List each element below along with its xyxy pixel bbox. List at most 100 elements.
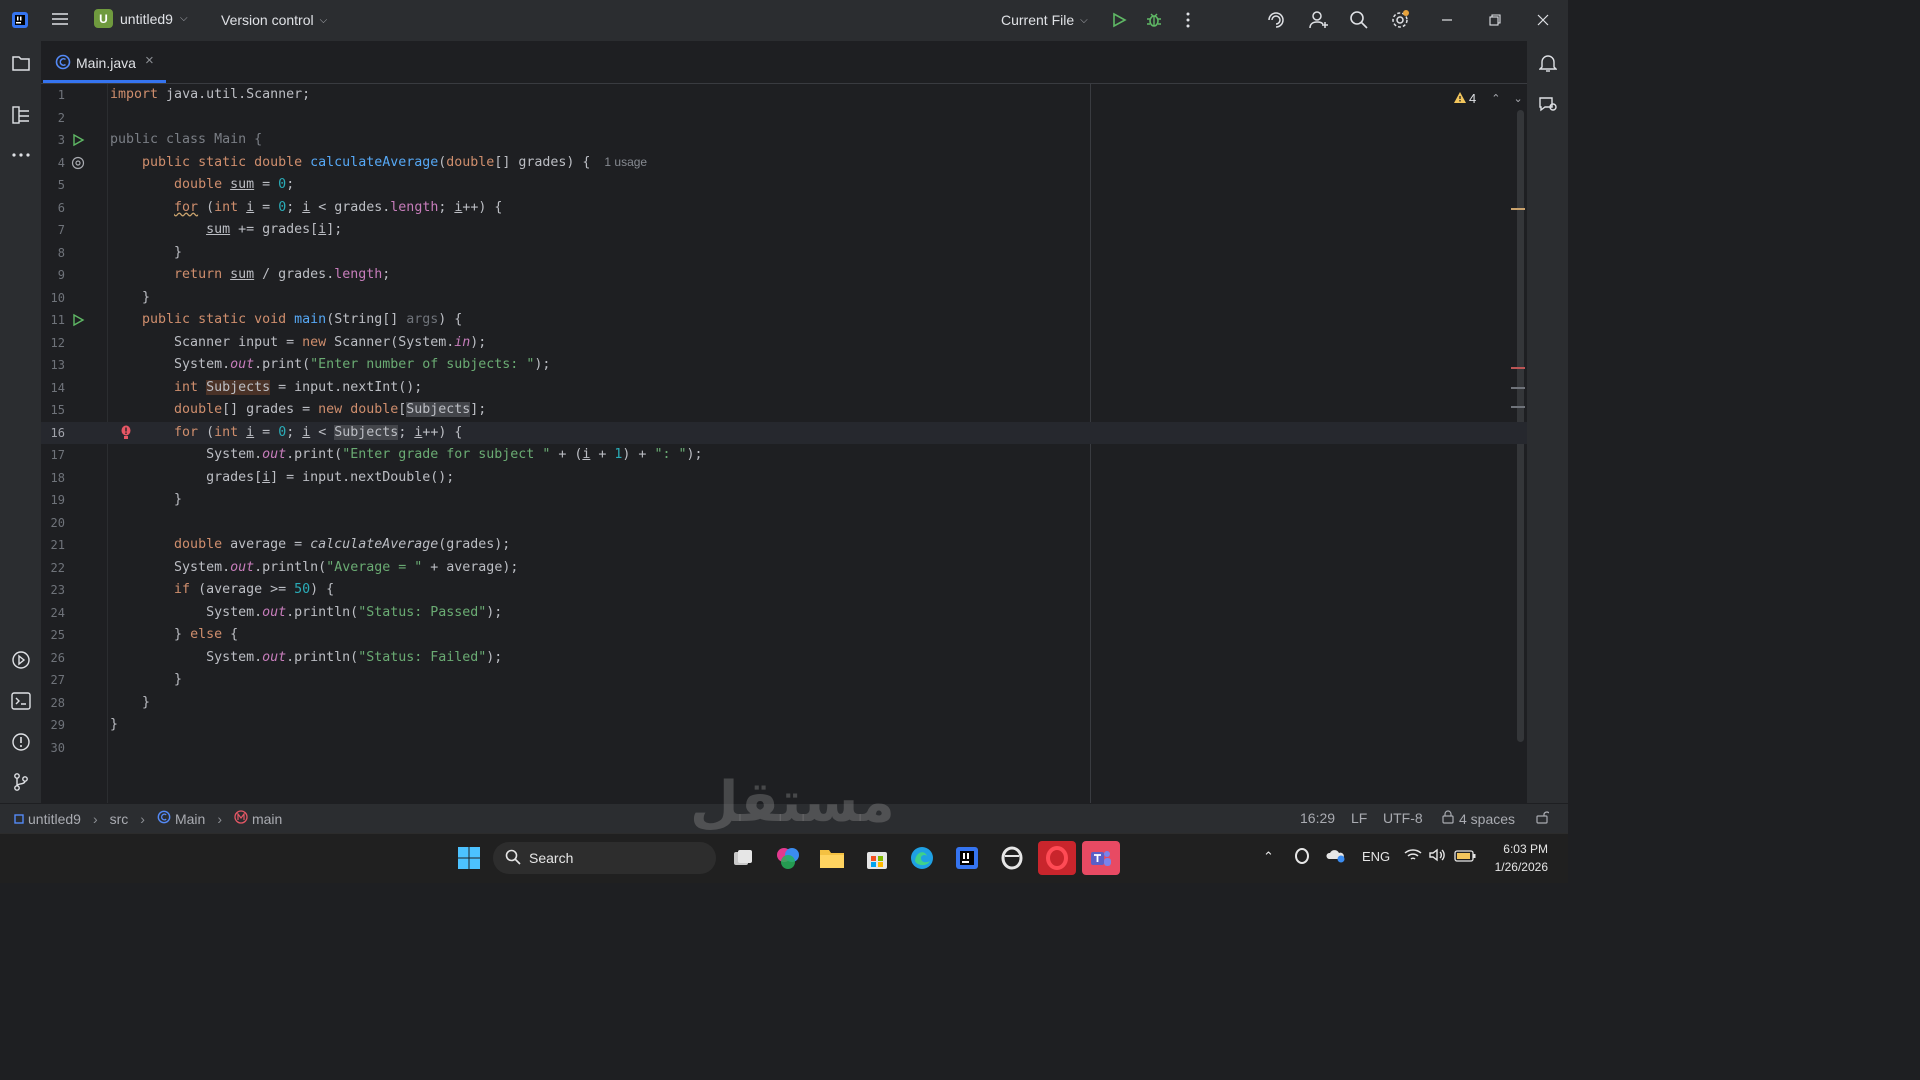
clock-date: 1/26/2026: [1494, 860, 1548, 874]
problems-icon[interactable]: [10, 731, 32, 753]
system-clock[interactable]: 6:03 PM 1/26/2026: [1488, 840, 1548, 876]
intellij-taskbar-icon[interactable]: [950, 841, 984, 875]
project-folder-icon[interactable]: [10, 53, 32, 73]
code-line[interactable]: 17 System.out.print("Enter grade for sub…: [41, 444, 1527, 467]
line-separator[interactable]: LF: [1351, 810, 1367, 826]
module-icon: [14, 811, 24, 827]
implementation-gutter-icon[interactable]: [71, 156, 85, 170]
usage-hint[interactable]: 1 usage: [604, 155, 647, 169]
code-line[interactable]: 4 public static double calculateAverage(…: [41, 152, 1527, 175]
run-gutter-icon[interactable]: [71, 313, 85, 327]
code-line[interactable]: 20: [41, 512, 1527, 535]
settings-gear-icon[interactable]: [1389, 8, 1411, 30]
code-line-current[interactable]: 16 for (int i = 0; i < Subjects; i++) {: [41, 421, 1527, 444]
microsoft-store-icon[interactable]: [860, 841, 894, 875]
breadcrumb-class[interactable]: Main: [175, 811, 205, 827]
code-editor[interactable]: 4 ⌃ ⌄ 1 import java.util.Scanner; 2 3 pu…: [41, 84, 1527, 803]
language-indicator[interactable]: ENG: [1362, 849, 1390, 864]
wifi-icon[interactable]: [1404, 848, 1422, 865]
code-text: }: [110, 244, 183, 260]
code-line[interactable]: 2: [41, 107, 1527, 130]
breadcrumb-src[interactable]: src: [110, 811, 129, 827]
project-name: untitled9: [120, 10, 173, 27]
file-encoding[interactable]: UTF-8: [1383, 810, 1423, 826]
git-branch-icon[interactable]: [10, 771, 32, 793]
ai-chat-icon[interactable]: [1537, 93, 1559, 115]
code-line[interactable]: 22 System.out.println("Average = " + ave…: [41, 557, 1527, 580]
code-line[interactable]: 6 for (int i = 0; i < grades.length; i++…: [41, 197, 1527, 220]
opera-browser-icon[interactable]: [1038, 841, 1076, 875]
ai-assistant-icon[interactable]: [1266, 10, 1286, 30]
edge-browser-icon[interactable]: [905, 841, 939, 875]
structure-icon[interactable]: [10, 104, 32, 126]
indent-setting[interactable]: 4 spaces: [1441, 810, 1515, 827]
code-line[interactable]: 13 System.out.print("Enter number of sub…: [41, 354, 1527, 377]
restore-icon[interactable]: [1485, 10, 1505, 30]
volume-icon[interactable]: [1428, 848, 1446, 865]
code-line[interactable]: 27 }: [41, 669, 1527, 692]
code-line[interactable]: 3 public class Main {: [41, 129, 1527, 152]
caret-position[interactable]: 16:29: [1300, 810, 1335, 826]
code-line[interactable]: 7 sum += grades[i];: [41, 219, 1527, 242]
show-hidden-icons-icon[interactable]: ⌃: [1263, 849, 1274, 865]
code-line[interactable]: 24 System.out.println("Status: Passed");: [41, 602, 1527, 625]
file-explorer-icon[interactable]: [815, 841, 849, 875]
code-line[interactable]: 19 }: [41, 489, 1527, 512]
run-gutter-icon[interactable]: [71, 133, 85, 147]
close-icon[interactable]: [1533, 10, 1553, 30]
read-only-toggle-icon[interactable]: [1535, 810, 1549, 824]
onedrive-icon[interactable]: [1326, 847, 1346, 866]
notifications-bell-icon[interactable]: [1537, 52, 1559, 74]
tab-close-icon[interactable]: ×: [145, 52, 154, 69]
code-line[interactable]: 10 }: [41, 287, 1527, 310]
teams-icon[interactable]: [1082, 841, 1120, 875]
microsoft-365-icon[interactable]: [771, 841, 805, 875]
line-number: 10: [50, 290, 65, 305]
task-view-icon[interactable]: [726, 841, 760, 875]
more-actions-icon[interactable]: [1178, 10, 1198, 30]
code-line[interactable]: 21 double average = calculateAverage(gra…: [41, 534, 1527, 557]
terminal-icon[interactable]: [10, 690, 32, 712]
code-line[interactable]: 5 double sum = 0;: [41, 174, 1527, 197]
version-control-menu[interactable]: Version control ⌵: [221, 12, 327, 28]
windows-start-icon[interactable]: [452, 841, 486, 875]
debug-icon[interactable]: [1144, 10, 1164, 30]
code-line[interactable]: 30: [41, 737, 1527, 760]
code-line[interactable]: 9 return sum / grades.length;: [41, 264, 1527, 287]
java-class-icon: [157, 810, 171, 827]
project-selector[interactable]: U untitled9 ⌵: [94, 9, 188, 28]
breadcrumb-project[interactable]: untitled9: [28, 811, 81, 827]
breadcrumb: untitled9 › src › Main › main: [14, 810, 282, 827]
battery-icon[interactable]: [1454, 850, 1476, 865]
taskbar-search[interactable]: Search: [493, 842, 716, 874]
intellij-logo-icon[interactable]: [10, 10, 30, 30]
breadcrumb-method[interactable]: main: [252, 811, 282, 827]
opera-gx-icon[interactable]: [995, 841, 1029, 875]
code-line[interactable]: 15 double[] grades = new double[Subjects…: [41, 399, 1527, 422]
code-line[interactable]: 23 if (average >= 50) {: [41, 579, 1527, 602]
add-user-icon[interactable]: [1308, 10, 1330, 30]
code-line[interactable]: 28 }: [41, 692, 1527, 715]
search-icon[interactable]: [1349, 10, 1369, 30]
code-line[interactable]: 25 } else {: [41, 624, 1527, 647]
code-line[interactable]: 8 }: [41, 242, 1527, 265]
opera-tray-icon[interactable]: [1294, 847, 1310, 868]
status-bar: untitled9 › src › Main › main 16:29 LF U…: [0, 803, 1568, 834]
main-menu-icon[interactable]: [50, 10, 70, 30]
code-line[interactable]: 12 Scanner input = new Scanner(System.in…: [41, 332, 1527, 355]
minimize-icon[interactable]: [1437, 10, 1457, 30]
line-number: 18: [50, 470, 65, 485]
code-line[interactable]: 29 }: [41, 714, 1527, 737]
code-line[interactable]: 18 grades[i] = input.nextDouble();: [41, 467, 1527, 490]
run-configuration-selector[interactable]: Current File ⌵: [1001, 12, 1088, 28]
more-tools-icon[interactable]: [10, 145, 32, 165]
code-line[interactable]: 26 System.out.println("Status: Failed");: [41, 647, 1527, 670]
code-line[interactable]: 14 int Subjects = input.nextInt();: [41, 377, 1527, 400]
lock-icon: [1441, 810, 1455, 827]
tab-main-java[interactable]: Main.java ×: [41, 41, 166, 83]
code-line[interactable]: 1 import java.util.Scanner;: [41, 84, 1527, 107]
code-line[interactable]: 11 public static void main(String[] args…: [41, 309, 1527, 332]
services-icon[interactable]: [10, 649, 32, 671]
run-icon[interactable]: [1109, 10, 1129, 30]
code-text: }: [110, 672, 183, 687]
